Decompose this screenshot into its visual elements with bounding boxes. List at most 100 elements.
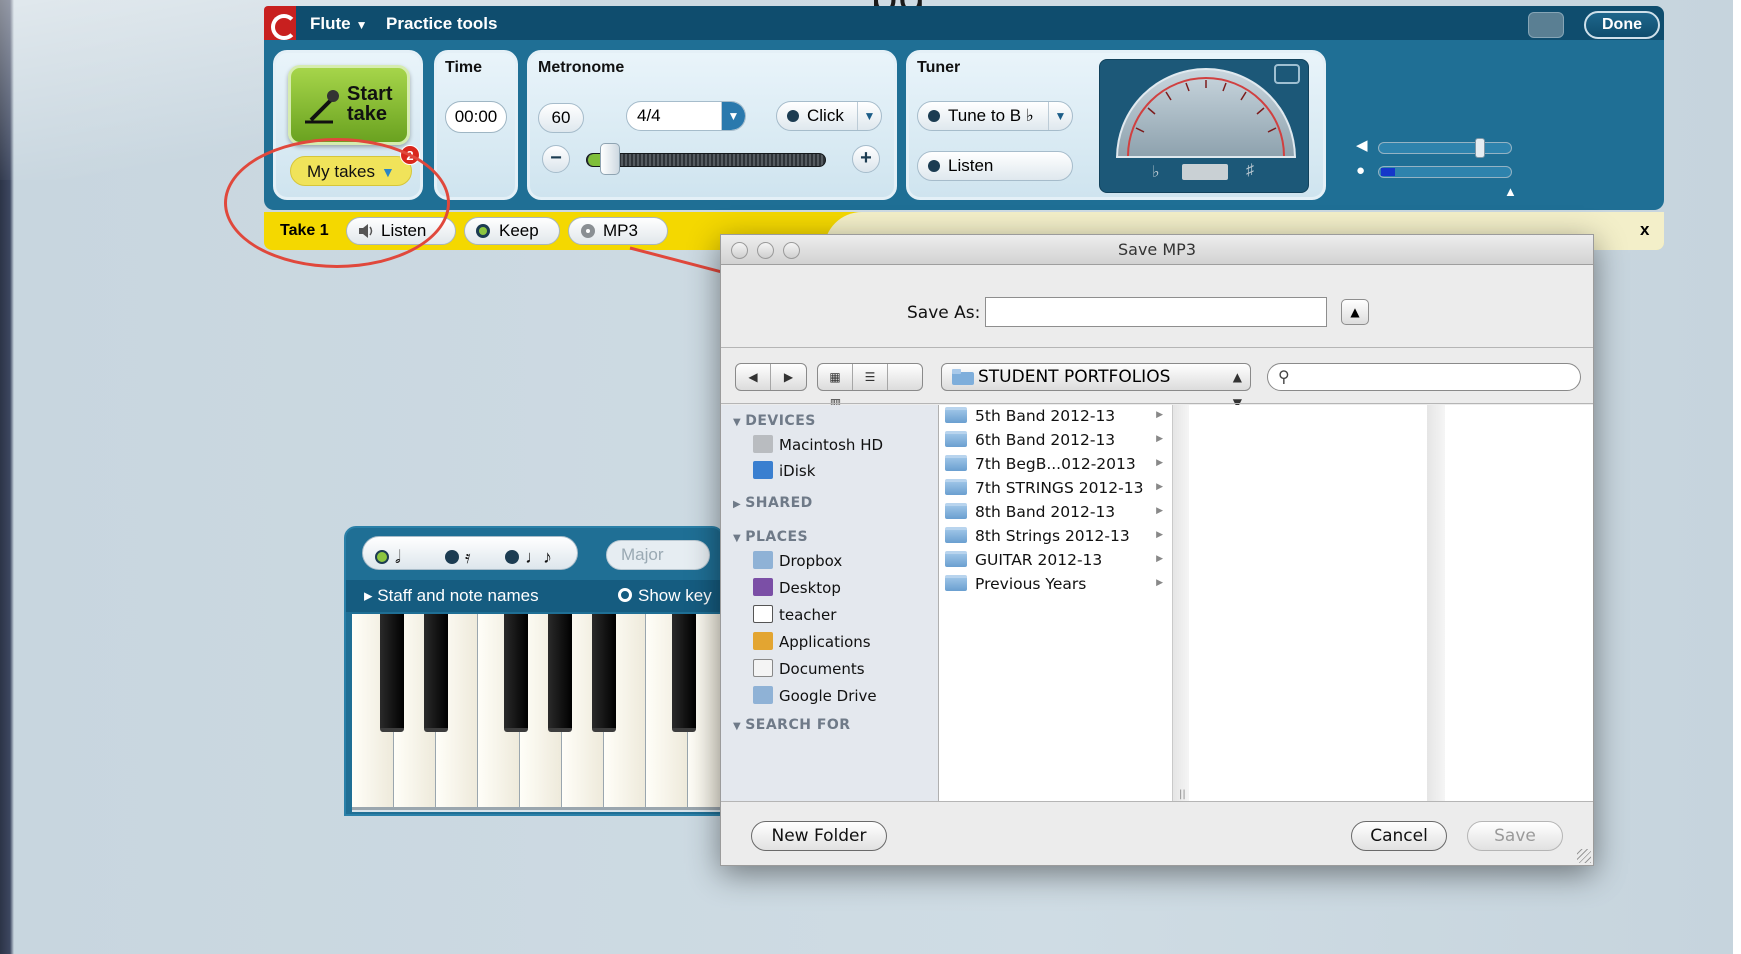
search-icon: ⚲ xyxy=(1278,367,1290,386)
input-level-fill xyxy=(1381,168,1395,176)
list-item[interactable]: 5th Band 2012-13 ▶ xyxy=(945,407,1167,431)
metronome-label: Metronome xyxy=(538,59,625,76)
tempo-decrease-button[interactable]: − xyxy=(542,145,570,173)
show-keys-toggle[interactable]: Show key xyxy=(618,586,712,606)
folder-icon xyxy=(952,369,974,385)
half-note-option[interactable]: 𝅗𝅥 xyxy=(375,547,401,568)
notes-option[interactable]: ♩♪ xyxy=(505,547,552,568)
window-toggle-button[interactable] xyxy=(1528,12,1564,38)
tuner-listen-button[interactable]: Listen xyxy=(917,151,1073,181)
meter-select[interactable]: 4/4 ▼ xyxy=(626,101,746,131)
disclosure-open-icon: ▼ xyxy=(733,533,742,544)
time-display: 00:00 xyxy=(445,101,507,133)
folder-icon xyxy=(945,407,967,423)
devices-header[interactable]: ▼ DEVICES xyxy=(733,413,816,429)
black-key[interactable] xyxy=(380,614,404,732)
history-nav-buttons: ◀ ▶ xyxy=(735,363,807,391)
start-take-button[interactable]: Start take xyxy=(288,65,410,145)
google-drive-folder-icon xyxy=(753,686,773,704)
resize-grip-icon[interactable] xyxy=(1577,849,1591,863)
column-resize-handle[interactable] xyxy=(1427,405,1445,801)
column-resize-handle[interactable] xyxy=(1173,405,1189,801)
zoom-window-button[interactable] xyxy=(783,242,800,259)
search-for-header[interactable]: ▼ SEARCH FOR xyxy=(733,717,851,733)
black-key[interactable] xyxy=(424,614,448,732)
icon-view-button[interactable]: ▦ xyxy=(818,364,853,390)
chevron-right-icon: ▶ xyxy=(1156,506,1163,516)
list-item[interactable]: 8th Band 2012-13 ▶ xyxy=(945,503,1167,527)
start-take-label: Start take xyxy=(347,84,407,124)
back-button[interactable]: ◀ xyxy=(736,364,771,390)
scale-select[interactable]: Major xyxy=(606,540,710,570)
list-item[interactable]: 8th Strings 2012-13 ▶ xyxy=(945,527,1167,551)
piano-keys[interactable] xyxy=(352,614,722,812)
staff-note-names-toggle[interactable]: ▸ Staff and note names xyxy=(364,586,539,606)
sidebar-item-applications[interactable]: Applications xyxy=(753,632,871,651)
warning-triangle-icon: ▲ xyxy=(1504,184,1517,199)
list-item[interactable]: 6th Band 2012-13 ▶ xyxy=(945,431,1167,455)
instrument-menu[interactable]: Flute ▼ xyxy=(310,14,368,34)
sidebar-item-documents[interactable]: Documents xyxy=(753,659,865,678)
save-as-input[interactable] xyxy=(985,297,1327,327)
tremolo-option[interactable]: 𝄿 xyxy=(445,547,471,568)
folder-name: 7th STRINGS 2012-13 xyxy=(975,479,1144,497)
done-button[interactable]: Done xyxy=(1584,11,1660,39)
dropbox-folder-icon xyxy=(753,551,773,569)
black-key[interactable] xyxy=(672,614,696,732)
tempo-field[interactable]: 60 xyxy=(538,103,584,133)
expand-icon[interactable] xyxy=(1274,64,1300,84)
black-key[interactable] xyxy=(592,614,616,732)
take-keep-button[interactable]: Keep xyxy=(464,217,560,245)
tempo-increase-button[interactable]: + xyxy=(852,145,880,173)
folder-icon xyxy=(945,575,967,591)
list-item[interactable]: 7th STRINGS 2012-13 ▶ xyxy=(945,479,1167,503)
output-volume-thumb[interactable] xyxy=(1475,138,1485,158)
forward-button[interactable]: ▶ xyxy=(771,364,806,390)
search-field[interactable]: ⚲ xyxy=(1267,363,1581,391)
practice-tools-menu[interactable]: Practice tools xyxy=(386,14,498,34)
folder-icon xyxy=(945,503,967,519)
new-folder-button[interactable]: New Folder xyxy=(751,821,887,851)
close-take-bar-button[interactable]: x xyxy=(1640,220,1649,240)
location-popup[interactable]: STUDENT PORTFOLIOS ▲▼ xyxy=(941,363,1251,410)
black-key[interactable] xyxy=(548,614,572,732)
note-mode-selector[interactable]: 𝅗𝅥 𝄿 ♩♪ xyxy=(362,536,578,570)
tempo-slider-thumb[interactable] xyxy=(600,143,620,175)
smartmusic-logo-icon xyxy=(264,6,297,40)
minimize-window-button[interactable] xyxy=(757,242,774,259)
output-volume-slider[interactable] xyxy=(1378,138,1512,158)
folder-name: 6th Band 2012-13 xyxy=(975,431,1116,449)
list-view-button[interactable]: ☰ xyxy=(853,364,888,390)
list-item[interactable]: 7th BegB...012-2013 ▶ xyxy=(945,455,1167,479)
list-item[interactable]: GUITAR 2012-13 ▶ xyxy=(945,551,1167,575)
applications-icon xyxy=(753,632,773,650)
close-window-button[interactable] xyxy=(731,242,748,259)
tune-to-select[interactable]: Tune to B ♭ ▼ xyxy=(917,101,1073,131)
sidebar-item-dropbox[interactable]: Dropbox xyxy=(753,551,842,570)
collapse-dialog-button[interactable]: ▲ xyxy=(1341,299,1369,325)
sidebar-item-teacher[interactable]: teacher xyxy=(753,605,836,624)
sidebar-item-idisk[interactable]: iDisk xyxy=(753,461,815,480)
sidebar-item-macintosh-hd[interactable]: Macintosh HD xyxy=(753,435,883,454)
search-for-header-label: SEARCH FOR xyxy=(745,717,851,733)
metronome-sound-select[interactable]: Click ▼ xyxy=(776,101,882,131)
column-grip-icon[interactable]: || xyxy=(1179,789,1186,800)
cancel-button[interactable]: Cancel xyxy=(1351,821,1447,851)
sidebar-item-label: Dropbox xyxy=(779,552,843,570)
callout-ellipse xyxy=(224,138,450,268)
sidebar-item-google-drive[interactable]: Google Drive xyxy=(753,686,877,705)
folder-name: 7th BegB...012-2013 xyxy=(975,455,1136,473)
black-key[interactable] xyxy=(504,614,528,732)
radio-ring-icon xyxy=(618,588,632,602)
metronome-card: Metronome 60 4/4 ▼ Click ▼ − + xyxy=(527,50,897,200)
shared-header[interactable]: ▶ SHARED xyxy=(733,495,813,511)
list-item[interactable]: Previous Years ▶ xyxy=(945,575,1167,599)
desktop-icon xyxy=(753,578,773,596)
save-button[interactable]: Save xyxy=(1467,821,1563,851)
places-header[interactable]: ▼ PLACES xyxy=(733,529,808,545)
keyboard-widget: 𝅗𝅥 𝄿 ♩♪ Major ▸ Staff and note names Sho… xyxy=(344,526,724,816)
folder-name: GUITAR 2012-13 xyxy=(975,551,1103,569)
sidebar-item-desktop[interactable]: Desktop xyxy=(753,578,841,597)
tempo-slider[interactable] xyxy=(586,153,826,167)
folder-column-1: 5th Band 2012-13 ▶ 6th Band 2012-13 ▶ 7th … xyxy=(939,405,1173,801)
